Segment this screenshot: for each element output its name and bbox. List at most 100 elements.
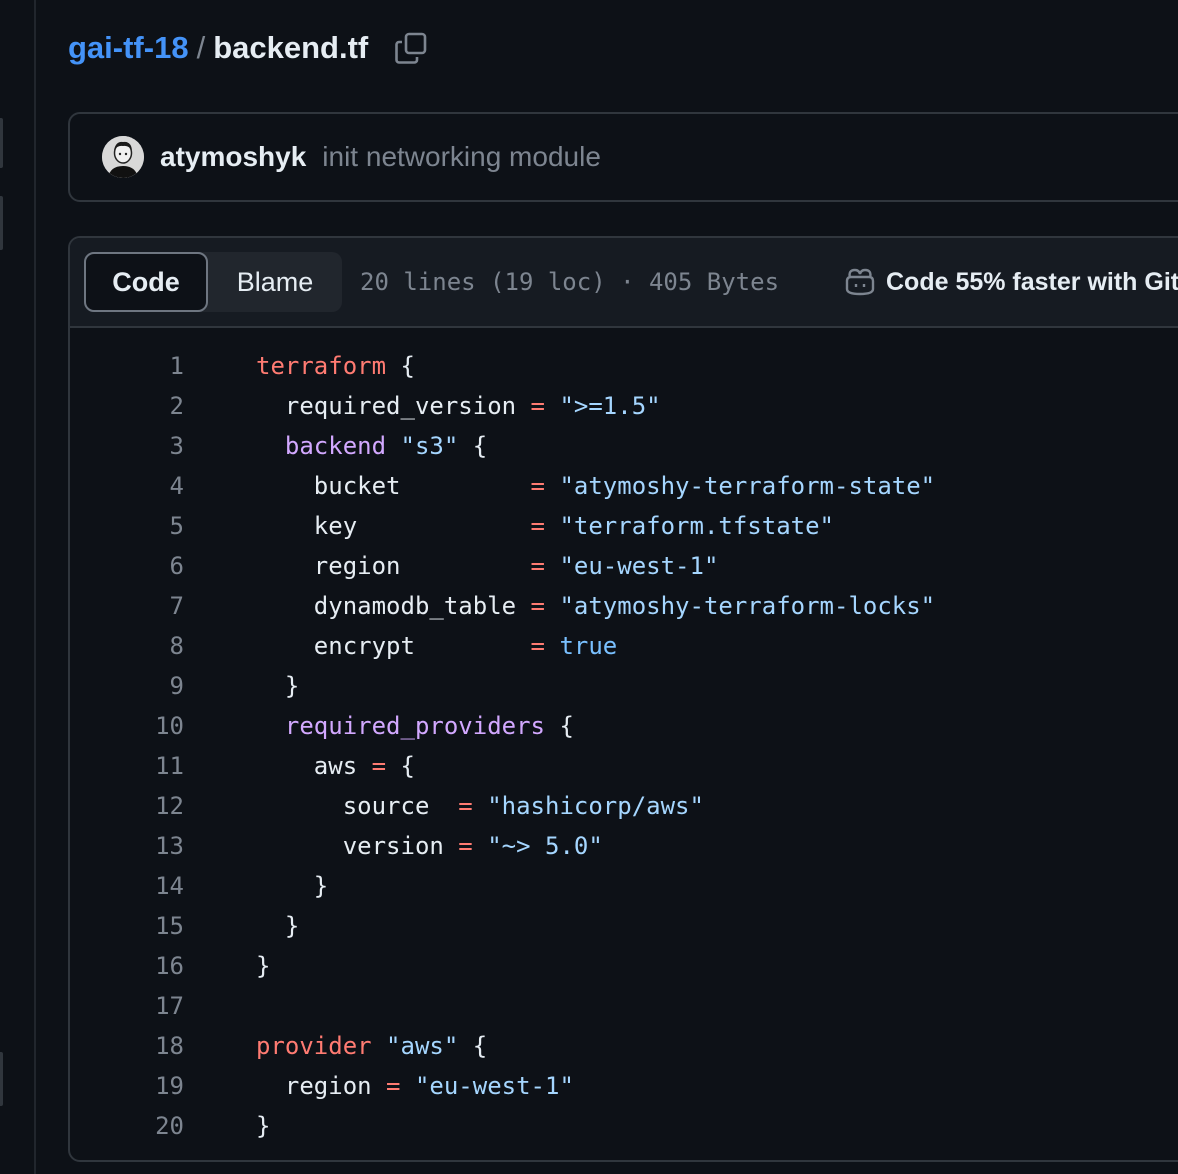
- code-token: "aws": [386, 1032, 459, 1060]
- line-number[interactable]: 15: [70, 906, 184, 946]
- code-token: source: [256, 792, 459, 820]
- code-token: "hashicorp/aws": [487, 792, 704, 820]
- copy-path-icon[interactable]: [394, 31, 428, 65]
- line-number[interactable]: 9: [70, 666, 184, 706]
- code-token: aws: [256, 752, 372, 780]
- commit-author-link[interactable]: atymoshyk: [160, 141, 306, 173]
- tab-blame[interactable]: Blame: [210, 252, 340, 312]
- breadcrumb-separator: /: [196, 30, 206, 65]
- latest-commit-box: atymoshyk init networking module: [68, 112, 1178, 202]
- code-token: }: [256, 672, 300, 700]
- breadcrumb: gai-tf-18 / backend.tf: [68, 26, 428, 70]
- code-token: =: [530, 552, 545, 580]
- code-line-text: version = "~> 5.0": [256, 826, 603, 866]
- copilot-promo-button[interactable]: Code 55% faster with GitH: [844, 252, 1178, 312]
- line-number[interactable]: 8: [70, 626, 184, 666]
- code-line: 6 region = "eu-west-1": [70, 546, 1178, 586]
- line-number[interactable]: 1: [70, 346, 184, 386]
- code-token: "s3": [400, 432, 459, 460]
- code-token: "~> 5.0": [487, 832, 603, 860]
- code-token: dynamodb_table: [256, 592, 531, 620]
- code-line-text: required_version = ">=1.5": [256, 386, 661, 426]
- commit-message-link[interactable]: init networking module: [322, 141, 601, 173]
- line-number[interactable]: 5: [70, 506, 184, 546]
- copilot-promo-text: Code 55% faster with GitH: [886, 267, 1178, 296]
- code-line: 20}: [70, 1106, 1178, 1146]
- code-token: region: [256, 552, 531, 580]
- code-token: =: [530, 632, 545, 660]
- code-token: version: [256, 832, 459, 860]
- line-number[interactable]: 7: [70, 586, 184, 626]
- code-token: =: [530, 392, 545, 420]
- code-line: 18 provider "aws" {: [70, 1026, 1178, 1066]
- code-token: =: [530, 512, 545, 540]
- line-number[interactable]: 6: [70, 546, 184, 586]
- line-number[interactable]: 19: [70, 1066, 184, 1106]
- line-number[interactable]: 17: [70, 986, 184, 1026]
- line-number[interactable]: 2: [70, 386, 184, 426]
- code-token: =: [458, 832, 473, 860]
- line-number[interactable]: 16: [70, 946, 184, 986]
- code-line: 7 dynamodb_table = "atymoshy-terraform-l…: [70, 586, 1178, 626]
- code-token: {: [458, 432, 488, 460]
- tab-code[interactable]: Code: [84, 252, 208, 312]
- code-token: }: [256, 872, 329, 900]
- code-token: backend: [284, 432, 387, 460]
- code-line-text: region = "eu-west-1": [256, 546, 719, 586]
- line-number[interactable]: 3: [70, 426, 184, 466]
- line-number[interactable]: 10: [70, 706, 184, 746]
- code-token: =: [458, 792, 473, 820]
- code-line-text: backend "s3" {: [256, 426, 487, 466]
- view-toggle: Code Blame: [84, 252, 342, 312]
- code-line-text: }: [256, 906, 299, 946]
- code-line: 3 backend "s3" {: [70, 426, 1178, 466]
- code-line-text: source = "hashicorp/aws": [256, 786, 704, 826]
- code-line: 1 terraform {: [70, 346, 1178, 386]
- code-token: "eu-west-1": [559, 552, 719, 580]
- code-token: required_providers: [284, 712, 545, 740]
- code-token: {: [386, 752, 415, 780]
- code-line: 14 }: [70, 866, 1178, 906]
- code-line: 5 key = "terraform.tfstate": [70, 506, 1178, 546]
- code-token: {: [386, 352, 415, 380]
- code-line-text: }: [256, 666, 299, 706]
- line-number[interactable]: 20: [70, 1106, 184, 1146]
- code-token: ">=1.5": [559, 392, 661, 420]
- code-line: 13 version = "~> 5.0": [70, 826, 1178, 866]
- code-line: 19 region = "eu-west-1": [70, 1066, 1178, 1106]
- code-line-text: aws = {: [256, 746, 415, 786]
- sidebar-edge: [0, 0, 36, 1174]
- line-number[interactable]: 18: [70, 1026, 184, 1066]
- line-number[interactable]: 11: [70, 746, 184, 786]
- code-line-text: region = "eu-west-1": [256, 1066, 574, 1106]
- copilot-icon: [844, 267, 876, 297]
- breadcrumb-repo-link[interactable]: gai-tf-18: [68, 30, 189, 66]
- code-token: }: [256, 1112, 271, 1140]
- code-line: 2 required_version = ">=1.5": [70, 386, 1178, 426]
- sidebar-edge-tick: [0, 196, 3, 250]
- sidebar-edge-tick: [0, 118, 3, 168]
- line-number[interactable]: 4: [70, 466, 184, 506]
- code-token: }: [256, 952, 271, 980]
- code-token: required_version: [256, 392, 531, 420]
- code-token: =: [371, 752, 387, 780]
- code-line-text: dynamodb_table = "atymoshy-terraform-loc…: [256, 586, 935, 626]
- line-number[interactable]: 13: [70, 826, 184, 866]
- line-number[interactable]: 12: [70, 786, 184, 826]
- avatar[interactable]: [102, 136, 144, 178]
- line-number[interactable]: 14: [70, 866, 184, 906]
- code-line: 9 }: [70, 666, 1178, 706]
- code-token: {: [458, 1032, 488, 1060]
- code-token: =: [530, 472, 545, 500]
- code-token: }: [256, 912, 300, 940]
- code-token: key: [256, 512, 531, 540]
- code-token: provider: [256, 1032, 372, 1060]
